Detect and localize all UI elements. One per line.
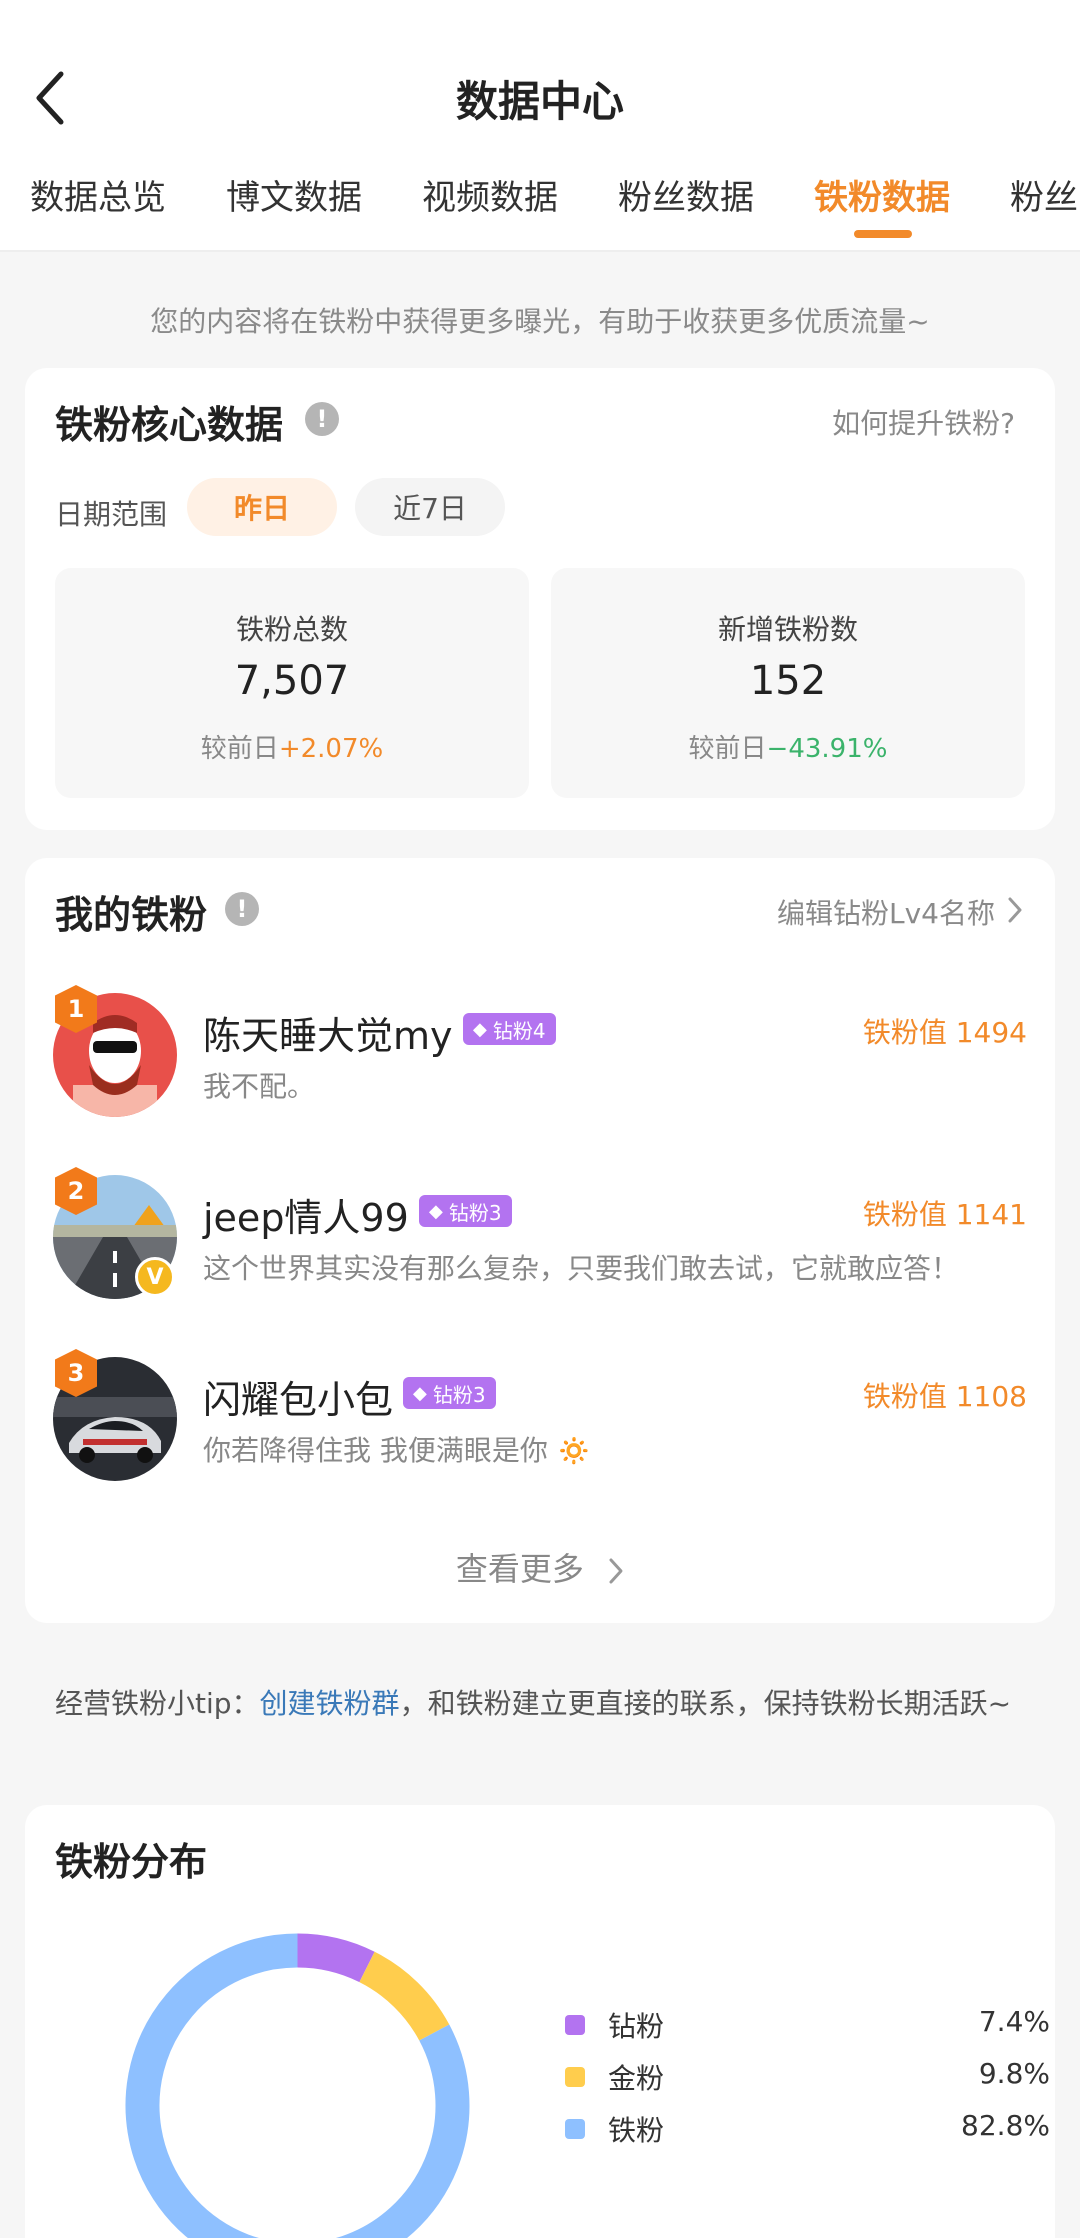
iron-fan-score: 铁粉值 1494 [862, 1016, 1027, 1049]
page-title: 数据中心 [455, 77, 624, 126]
tab-posts[interactable]: 博文数据 [226, 170, 362, 219]
view-more-label: 查看更多 [455, 1550, 584, 1588]
tab-overview[interactable]: 数据总览 [30, 170, 166, 219]
legend-value: 9.8% [978, 2057, 1050, 2090]
fan-level-tag: ◆ 钻粉3 [419, 1195, 512, 1227]
gem-icon: ◆ [429, 1200, 443, 1222]
legend-row: 铁粉 82.8% [540, 2099, 1050, 2151]
fan-distribution-card: 铁粉分布 钻粉 7.4% 金粉 9.8% 铁粉 82.8% [25, 1805, 1055, 2238]
legend-row: 钻粉 7.4% [540, 1995, 1050, 2047]
fan-level-label: 钻粉3 [448, 1200, 502, 1225]
tab-iron-fans[interactable]: 铁粉数据 [814, 170, 950, 219]
active-tab-indicator [854, 230, 912, 238]
legend-swatch [565, 2067, 585, 2087]
legend-label: 金粉 [608, 2062, 665, 2095]
fan-list-item[interactable]: 3 闪耀包小包 ◆ 钻粉3 你若降得住我 我便满眼是你 🔅 铁粉值 1108 [25, 1349, 1055, 1487]
stat-label: 铁粉总数 [235, 613, 348, 646]
edit-lv4-name-link[interactable]: 编辑钻粉Lv4名称 [777, 892, 995, 932]
fan-bio: 你若降得住我 我便满眼是你 🔅 [203, 1434, 592, 1467]
chevron-right-icon [609, 1558, 623, 1584]
donut-slice-钻粉 [297, 1933, 375, 1983]
donut-slice-金粉 [358, 1951, 450, 2041]
core-data-title: 铁粉核心数据 [55, 403, 284, 447]
legend-label: 铁粉 [608, 2114, 665, 2147]
fan-name[interactable]: 陈天睡大觉my [203, 1005, 453, 1060]
stat-change: 较前日+2.07% [55, 728, 529, 765]
iron-fan-tip: 经营铁粉小tip：创建铁粉群，和铁粉建立更直接的联系，保持铁粉长期活跃~ [55, 1680, 1025, 1728]
info-icon[interactable]: ! [305, 402, 339, 436]
legend-swatch [565, 2119, 585, 2139]
info-icon[interactable]: ! [225, 892, 259, 926]
gem-icon: ◆ [413, 1382, 427, 1404]
fan-level-tag: ◆ 钻粉4 [463, 1013, 556, 1045]
change-value: −43.91% [766, 734, 888, 764]
fan-name[interactable]: jeep情人99 [203, 1187, 409, 1242]
tab-fans-more[interactable]: 粉丝 [1010, 170, 1078, 219]
chart-legend: 钻粉 7.4% 金粉 9.8% 铁粉 82.8% [540, 1995, 1050, 2151]
stat-label: 新增铁粉数 [717, 613, 858, 646]
fan-list-item[interactable]: 2 V jeep情人99 ◆ 钻粉3 这个世界其实没有那么复杂，只要我们敢去试，它… [25, 1167, 1055, 1305]
verified-icon: V [135, 1257, 175, 1297]
tip-suffix: ，和铁粉建立更直接的联系，保持铁粉长期活跃~ [399, 1687, 1012, 1720]
legend-value: 82.8% [961, 2109, 1050, 2142]
tab-bar: 数据总览 博文数据 视频数据 粉丝数据 铁粉数据 粉丝 [0, 170, 1080, 252]
tab-fans[interactable]: 粉丝数据 [618, 170, 754, 219]
how-to-improve-link[interactable]: 如何提升铁粉? [832, 402, 1015, 442]
my-fans-title: 我的铁粉 [55, 893, 208, 937]
core-data-card: 铁粉核心数据 ! 如何提升铁粉? 日期范围 昨日 近7日 铁粉总数 7,507 … [25, 368, 1055, 830]
header-divider [0, 250, 1080, 252]
fan-level-tag: ◆ 钻粉3 [403, 1377, 496, 1409]
legend-swatch [565, 2015, 585, 2035]
tab-video[interactable]: 视频数据 [422, 170, 558, 219]
tip-prefix: 经营铁粉小tip： [55, 1687, 260, 1720]
date-option-yesterday[interactable]: 昨日 [187, 478, 337, 536]
app-header: 数据中心 数据总览 博文数据 视频数据 粉丝数据 铁粉数据 粉丝 [0, 0, 1080, 252]
stat-value: 7,507 [234, 658, 350, 704]
chevron-right-icon [1008, 897, 1022, 923]
legend-label: 钻粉 [608, 2010, 665, 2043]
fan-bio: 这个世界其实没有那么复杂，只要我们敢去试，它就敢应答！ [203, 1252, 960, 1285]
gem-icon: ◆ [473, 1018, 487, 1040]
stat-value: 152 [749, 658, 827, 704]
total-iron-fans-stat: 铁粉总数 7,507 较前日+2.07% [55, 568, 529, 798]
fan-level-label: 钻粉3 [432, 1382, 486, 1407]
exposure-notice: 您的内容将在铁粉中获得更多曝光，有助于收获更多优质流量~ [150, 305, 930, 338]
fan-level-label: 钻粉4 [492, 1018, 546, 1043]
fan-list-item[interactable]: 1 陈天睡大觉my ◆ 钻粉4 我不配。 铁粉值 1494 [25, 985, 1055, 1123]
change-value: +2.07% [278, 734, 384, 764]
fan-bio: 我不配。 [203, 1070, 316, 1103]
view-more-button[interactable]: 查看更多 [25, 1544, 1055, 1590]
create-fan-group-link[interactable]: 创建铁粉群 [260, 1687, 400, 1720]
stat-change: 较前日−43.91% [551, 728, 1025, 765]
iron-fan-score: 铁粉值 1108 [862, 1380, 1027, 1413]
my-fans-card: 我的铁粉 ! 编辑钻粉Lv4名称 1 陈天睡大觉my ◆ 钻粉4 我不配。 铁粉值… [25, 858, 1055, 1623]
compare-label: 较前日 [200, 734, 279, 764]
date-option-7days[interactable]: 近7日 [355, 478, 505, 536]
legend-row: 金粉 9.8% [540, 2047, 1050, 2099]
new-iron-fans-stat: 新增铁粉数 152 较前日−43.91% [551, 568, 1025, 798]
distribution-donut-chart [125, 1933, 470, 2238]
date-range-label: 日期范围 [55, 498, 168, 531]
compare-label: 较前日 [688, 734, 767, 764]
fan-name[interactable]: 闪耀包小包 [203, 1369, 393, 1424]
iron-fan-score: 铁粉值 1141 [862, 1198, 1027, 1231]
distribution-title: 铁粉分布 [55, 1840, 208, 1884]
legend-value: 7.4% [978, 2005, 1050, 2038]
